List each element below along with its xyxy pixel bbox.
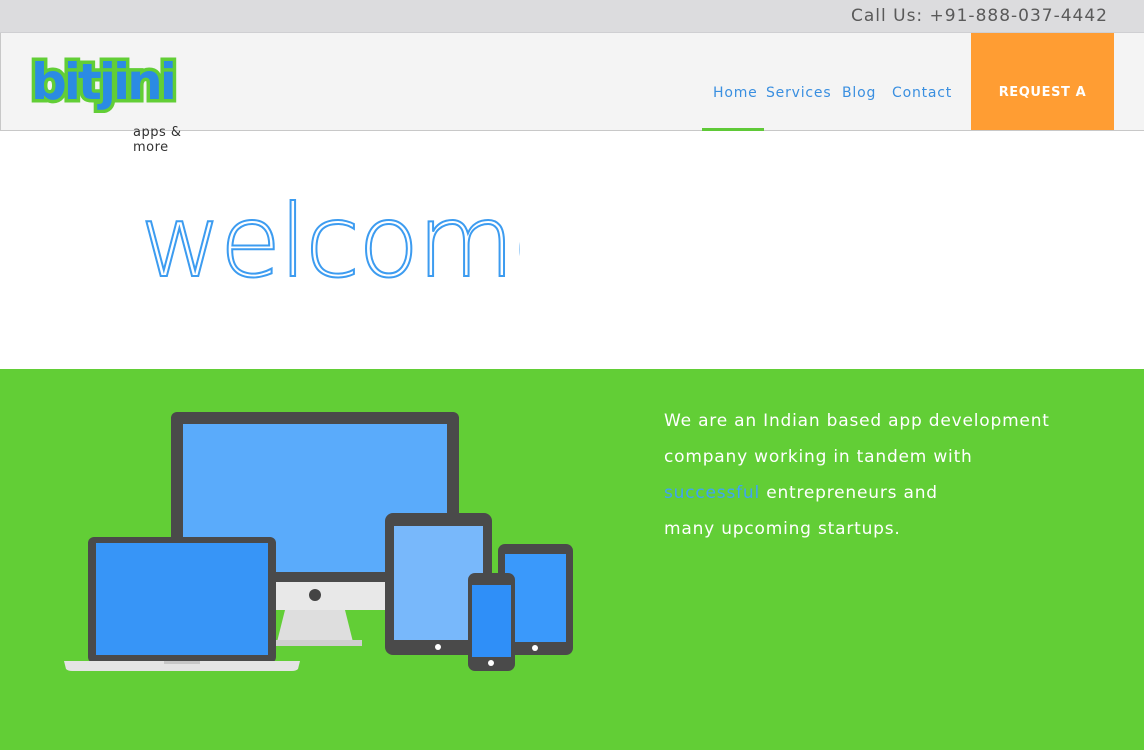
nav-home[interactable]: Home: [713, 85, 758, 101]
intro-highlight: successful: [664, 483, 760, 503]
laptop-icon: [64, 537, 300, 671]
logo-tagline: apps & more: [133, 125, 182, 155]
site-header: bitjini apps & more Home Services Blog C…: [0, 33, 1144, 220]
intro-text: We are an Indian based app development c…: [664, 403, 1084, 547]
welcome-text: welcome: [140, 190, 520, 290]
nav-active-indicator: [702, 128, 764, 131]
top-bar: Call Us: +91-888-037-4442: [0, 0, 1144, 33]
intro-section: We are an Indian based app development c…: [0, 369, 1144, 750]
phone-number[interactable]: Call Us: +91-888-037-4442: [851, 6, 1108, 26]
intro-line: many upcoming startups.: [664, 519, 901, 539]
logo-wordmark: bitjini: [28, 51, 181, 113]
intro-line: We are an Indian based app development: [664, 411, 1050, 431]
nav-contact[interactable]: Contact: [892, 85, 952, 101]
welcome-text-graphic: welcome: [139, 182, 575, 301]
nav-services[interactable]: Services: [766, 85, 831, 101]
nav-blog[interactable]: Blog: [842, 85, 876, 101]
request-quote-button[interactable]: REQUEST A QUOTE: [971, 33, 1114, 220]
logo-text: bitjini: [31, 53, 174, 111]
intro-line: successful entrepreneurs and: [664, 475, 1084, 511]
intro-line: company working in tandem with: [664, 447, 973, 467]
devices-illustration: [64, 412, 573, 671]
phone-icon: [468, 573, 515, 671]
bitjini-logo[interactable]: bitjini apps & more: [27, 51, 197, 155]
hero-title: welcome: [139, 182, 575, 305]
intro-line-rest: entrepreneurs and: [759, 483, 938, 503]
